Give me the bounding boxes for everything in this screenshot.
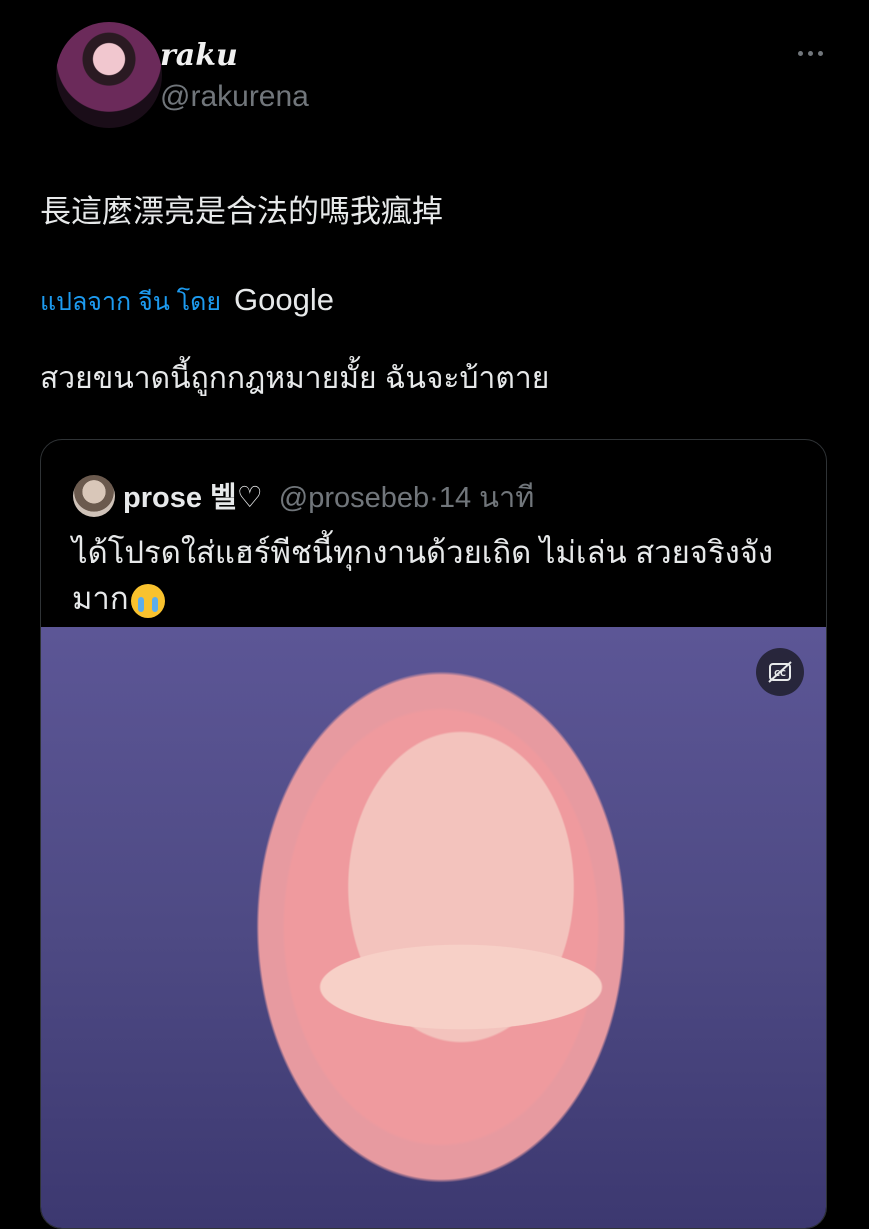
quote-author-handle[interactable]: @prosebeb — [279, 482, 429, 514]
google-logo: Google — [234, 282, 334, 317]
quote-meta: @prosebeb·14 นาที — [279, 482, 535, 514]
captions-toggle-button[interactable]: CC — [756, 648, 804, 696]
tweet-translation: สวยขนาดนี้ถูกกฎหมายมั้ย ฉันจะบ้าตาย — [40, 362, 550, 395]
author-display-name[interactable]: raku — [160, 38, 238, 73]
quote-author-avatar[interactable] — [73, 475, 115, 517]
quote-meta-separator: · — [429, 482, 439, 514]
quoted-tweet-card[interactable]: prose 벨♡ @prosebeb·14 นาที ได้โปรดใส่แฮร… — [40, 439, 827, 1229]
quote-media-video[interactable]: CC — [41, 627, 826, 1228]
author-handle[interactable]: @rakurena — [160, 80, 309, 114]
more-options-button[interactable] — [790, 38, 830, 68]
translated-by-label: แปลจาก จีน โดย — [40, 288, 222, 316]
loudly-crying-face-emoji-icon — [130, 583, 165, 618]
translated-by-link[interactable]: แปลจาก จีน โดย Google — [40, 282, 334, 322]
quote-text-content: ได้โปรดใส่แฮร์พีชนี้ทุกงานด้วยเถิด ไม่เล… — [72, 535, 774, 616]
quote-header: prose 벨♡ @prosebeb·14 นาที — [123, 474, 534, 520]
quote-author-name[interactable]: prose 벨♡ — [123, 482, 263, 514]
more-dot-icon — [797, 50, 803, 56]
more-dot-icon — [817, 50, 823, 56]
quote-text: ได้โปรดใส่แฮร์พีชนี้ทุกงานด้วยเถิด ไม่เล… — [72, 530, 812, 622]
more-dot-icon — [807, 50, 813, 56]
author-avatar[interactable] — [56, 22, 162, 128]
tweet-text: 長這麼漂亮是合法的嗎我瘋掉 — [40, 194, 443, 229]
captions-off-icon: CC — [768, 661, 792, 683]
quote-timestamp[interactable]: 14 นาที — [439, 482, 535, 514]
